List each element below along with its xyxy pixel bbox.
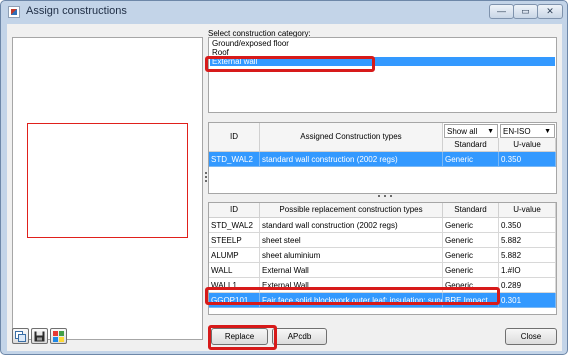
assigned-table: ID Assigned Construction types Show all ▼… bbox=[208, 122, 557, 194]
close-button[interactable]: Close bbox=[505, 328, 557, 345]
copy-icon bbox=[15, 331, 26, 342]
possible-cell-id: WALL bbox=[209, 263, 260, 278]
highlight-selected-replacement bbox=[205, 287, 500, 305]
minimize-button[interactable]: — bbox=[489, 4, 514, 19]
uvalue-method-value: EN-ISO bbox=[503, 127, 531, 136]
assigned-header-standard[interactable]: Standard bbox=[443, 138, 499, 152]
possible-cell-id: ALUMP bbox=[209, 248, 260, 263]
color-palette-button[interactable] bbox=[50, 328, 67, 344]
standard-filter-value: Show all bbox=[447, 127, 478, 136]
assigned-header-id[interactable]: ID bbox=[209, 123, 260, 152]
possible-cell-name: standard wall construction (2002 regs) bbox=[260, 218, 443, 233]
possible-cell-uvalue: 1.#IO bbox=[499, 263, 556, 278]
possible-cell-uvalue: 5.882 bbox=[499, 248, 556, 263]
possible-header-name[interactable]: Possible replacement construction types bbox=[260, 203, 443, 218]
possible-cell-standard: Generic bbox=[443, 233, 499, 248]
possible-header-uvalue[interactable]: U-value bbox=[499, 203, 556, 218]
uvalue-method-dropdown[interactable]: EN-ISO ▼ bbox=[500, 124, 555, 138]
save-button[interactable] bbox=[31, 328, 48, 344]
title-bar[interactable]: Assign constructions — ▭ ✕ bbox=[1, 1, 567, 23]
category-list[interactable]: Ground/exposed floor Roof External wall bbox=[208, 37, 557, 113]
assigned-cell-uvalue: 0.350 bbox=[499, 152, 556, 167]
possible-cell-name: External Wall bbox=[260, 263, 443, 278]
assigned-cell-standard: Generic bbox=[443, 152, 499, 167]
window-title: Assign constructions bbox=[26, 5, 127, 17]
preview-outline bbox=[27, 123, 188, 238]
color-palette-icon bbox=[53, 331, 64, 342]
possible-cell-uvalue: 5.882 bbox=[499, 233, 556, 248]
possible-cell-standard: Generic bbox=[443, 248, 499, 263]
possible-cell-uvalue: 0.301 bbox=[499, 293, 556, 308]
standard-filter-dropdown[interactable]: Show all ▼ bbox=[444, 124, 498, 138]
possible-cell-id: STEELP bbox=[209, 233, 260, 248]
highlight-external-wall bbox=[205, 56, 375, 72]
dialog-window: Assign constructions — ▭ ✕ Select constr… bbox=[0, 0, 568, 355]
assigned-cell-id: STD_WAL2 bbox=[209, 152, 260, 167]
highlight-replace-button bbox=[208, 325, 277, 350]
horizontal-splitter[interactable] bbox=[378, 195, 392, 199]
copy-button[interactable] bbox=[12, 328, 29, 344]
possible-cell-standard: Generic bbox=[443, 263, 499, 278]
chevron-down-icon: ▼ bbox=[544, 128, 551, 135]
maximize-button[interactable]: ▭ bbox=[513, 4, 538, 19]
category-item-ground-floor[interactable]: Ground/exposed floor bbox=[210, 39, 555, 48]
apcdb-button[interactable]: APcdb bbox=[272, 328, 327, 345]
possible-cell-uvalue: 0.289 bbox=[499, 278, 556, 293]
possible-cell-id: STD_WAL2 bbox=[209, 218, 260, 233]
assigned-header-name[interactable]: Assigned Construction types bbox=[260, 123, 443, 152]
assigned-cell-name: standard wall construction (2002 regs) bbox=[260, 152, 443, 167]
construction-preview bbox=[12, 37, 203, 340]
assigned-header-uvalue[interactable]: U-value bbox=[499, 138, 556, 152]
possible-cell-name: sheet steel bbox=[260, 233, 443, 248]
possible-header-id[interactable]: ID bbox=[209, 203, 260, 218]
app-logo-icon bbox=[8, 6, 20, 18]
possible-cell-uvalue: 0.350 bbox=[499, 218, 556, 233]
possible-cell-name: sheet aluminium bbox=[260, 248, 443, 263]
save-icon bbox=[34, 331, 45, 342]
chevron-down-icon: ▼ bbox=[487, 128, 494, 135]
possible-header-standard[interactable]: Standard bbox=[443, 203, 499, 218]
close-window-button[interactable]: ✕ bbox=[537, 4, 563, 19]
possible-cell-standard: Generic bbox=[443, 218, 499, 233]
